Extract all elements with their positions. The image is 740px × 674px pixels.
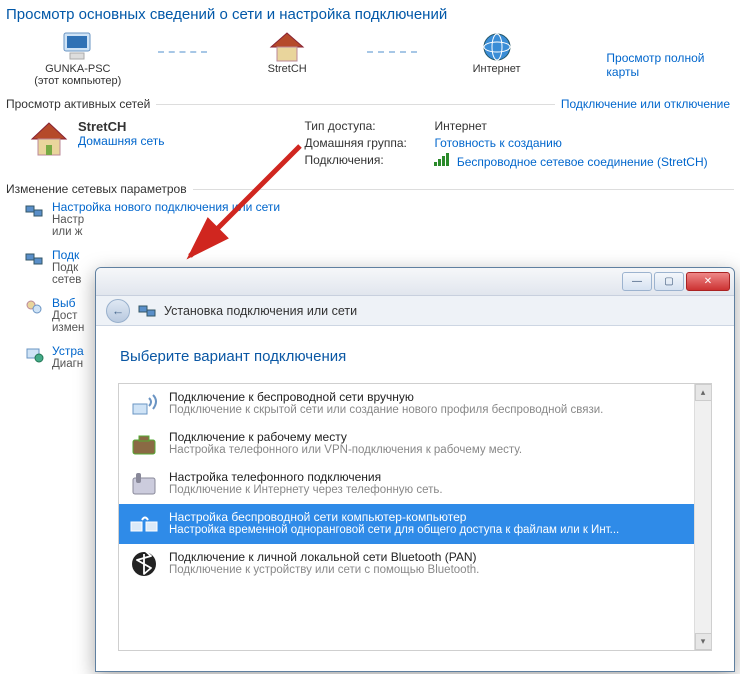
option-adhoc-wifi[interactable]: Настройка беспроводной сети компьютер-ко… bbox=[119, 504, 711, 544]
map-node-label: Интернет bbox=[473, 63, 521, 75]
connection-name: Беспроводное сетевое соединение (StretCH… bbox=[457, 155, 708, 169]
option-desc: Настройка телефонного или VPN-подключени… bbox=[169, 444, 522, 456]
active-network-block: StretCH Домашняя сеть Тип доступа: Интер… bbox=[28, 119, 740, 172]
item-desc: Настр bbox=[52, 214, 280, 226]
map-node-sublabel: (этот компьютер) bbox=[34, 75, 121, 87]
homegroup-link[interactable]: Готовность к созданию bbox=[434, 136, 561, 150]
network-setup-icon bbox=[24, 200, 44, 220]
item-desc: или ж bbox=[52, 226, 280, 238]
house-icon bbox=[267, 29, 307, 63]
section-rule bbox=[156, 104, 555, 105]
wizard-icon bbox=[138, 302, 156, 320]
house-icon bbox=[28, 119, 70, 172]
item-desc: Диагн bbox=[52, 358, 84, 370]
option-title: Подключение к беспроводной сети вручную bbox=[169, 390, 603, 404]
network-type-link[interactable]: Домашняя сеть bbox=[78, 134, 164, 148]
connections-label: Подключения: bbox=[304, 153, 434, 169]
connection-options-list: Подключение к беспроводной сети вручную … bbox=[118, 383, 712, 651]
bluetooth-icon bbox=[129, 550, 159, 578]
section-active-networks: Просмотр активных сетей Подключение или … bbox=[6, 97, 740, 111]
connection-link[interactable]: Беспроводное сетевое соединение (StretCH… bbox=[434, 153, 707, 169]
connect-disconnect-link[interactable]: Подключение или отключение bbox=[561, 97, 730, 111]
option-bluetooth-pan[interactable]: Подключение к личной локальной сети Blue… bbox=[119, 544, 711, 584]
phone-dialup-icon bbox=[129, 470, 159, 498]
options-scrollbar[interactable]: ▴ ▾ bbox=[694, 384, 711, 650]
signal-icon bbox=[434, 153, 449, 166]
access-type-label: Тип доступа: bbox=[304, 119, 434, 133]
map-connector bbox=[158, 51, 208, 53]
section-label-text: Просмотр активных сетей bbox=[6, 97, 150, 111]
wifi-manual-icon bbox=[129, 390, 159, 418]
wizard-subbar-title: Установка подключения или сети bbox=[164, 304, 357, 318]
arrow-left-icon: ← bbox=[112, 304, 125, 318]
option-desc: Подключение к устройству или сети с помо… bbox=[169, 564, 479, 576]
option-workplace[interactable]: Подключение к рабочему месту Настройка т… bbox=[119, 424, 711, 464]
troubleshoot-icon bbox=[24, 344, 44, 364]
item-desc: измен bbox=[52, 322, 84, 334]
close-button[interactable]: ✕ bbox=[686, 272, 730, 291]
wizard-titlebar[interactable]: — ▢ ✕ bbox=[96, 268, 734, 296]
adhoc-wifi-icon bbox=[129, 510, 159, 538]
network-map: GUNKA-PSC (этот компьютер) StretCH Интер… bbox=[18, 29, 740, 87]
wizard-window: — ▢ ✕ ← Установка подключения или сети В… bbox=[95, 267, 735, 672]
option-dialup[interactable]: Настройка телефонного подключения Подклю… bbox=[119, 464, 711, 504]
item-desc: Дост bbox=[52, 310, 84, 322]
setup-new-connection-link[interactable]: Настройка нового подключения или сети bbox=[52, 200, 280, 214]
homegroup-icon bbox=[24, 296, 44, 316]
access-type-value: Интернет bbox=[434, 119, 486, 133]
computer-icon bbox=[58, 29, 98, 63]
option-manual-wifi[interactable]: Подключение к беспроводной сети вручную … bbox=[119, 384, 711, 424]
map-node-label: StretCH bbox=[268, 63, 307, 75]
map-node-internet[interactable]: Интернет bbox=[437, 29, 557, 75]
connect-link[interactable]: Подк bbox=[52, 248, 81, 262]
globe-icon bbox=[477, 29, 517, 63]
minimize-button[interactable]: — bbox=[622, 272, 652, 291]
item-desc: Подк bbox=[52, 262, 81, 274]
option-title: Настройка телефонного подключения bbox=[169, 470, 443, 484]
item-desc: сетев bbox=[52, 274, 81, 286]
choose-link[interactable]: Выб bbox=[52, 296, 84, 310]
option-desc: Настройка временной одноранговой сети дл… bbox=[169, 524, 619, 536]
homegroup-label: Домашняя группа: bbox=[304, 136, 434, 150]
map-node-router[interactable]: StretCH bbox=[227, 29, 347, 75]
maximize-button[interactable]: ▢ bbox=[654, 272, 684, 291]
setup-new-connection-item[interactable]: Настройка нового подключения или сети На… bbox=[24, 200, 740, 238]
connect-icon bbox=[24, 248, 44, 268]
wizard-heading: Выберите вариант подключения bbox=[120, 348, 712, 365]
troubleshoot-link[interactable]: Устра bbox=[52, 344, 84, 358]
option-title: Настройка беспроводной сети компьютер-ко… bbox=[169, 510, 619, 524]
wizard-subbar: ← Установка подключения или сети bbox=[96, 296, 734, 326]
section-rule bbox=[193, 189, 734, 190]
full-map-link[interactable]: Просмотр полной карты bbox=[606, 51, 740, 79]
map-node-label: GUNKA-PSC bbox=[45, 63, 110, 75]
scroll-down-button[interactable]: ▾ bbox=[695, 633, 712, 650]
section-change-params: Изменение сетевых параметров bbox=[6, 182, 740, 196]
option-desc: Подключение к скрытой сети или создание … bbox=[169, 404, 603, 416]
scroll-up-button[interactable]: ▴ bbox=[695, 384, 712, 401]
active-network-name: StretCH bbox=[78, 119, 164, 134]
page-title: Просмотр основных сведений о сети и наст… bbox=[6, 6, 740, 23]
briefcase-icon bbox=[129, 430, 159, 458]
map-node-this-pc[interactable]: GUNKA-PSC (этот компьютер) bbox=[18, 29, 138, 87]
option-title: Подключение к рабочему месту bbox=[169, 430, 522, 444]
back-button[interactable]: ← bbox=[106, 299, 130, 323]
section-label-text: Изменение сетевых параметров bbox=[6, 182, 187, 196]
option-title: Подключение к личной локальной сети Blue… bbox=[169, 550, 479, 564]
map-connector bbox=[367, 51, 417, 53]
option-desc: Подключение к Интернету через телефонную… bbox=[169, 484, 443, 496]
